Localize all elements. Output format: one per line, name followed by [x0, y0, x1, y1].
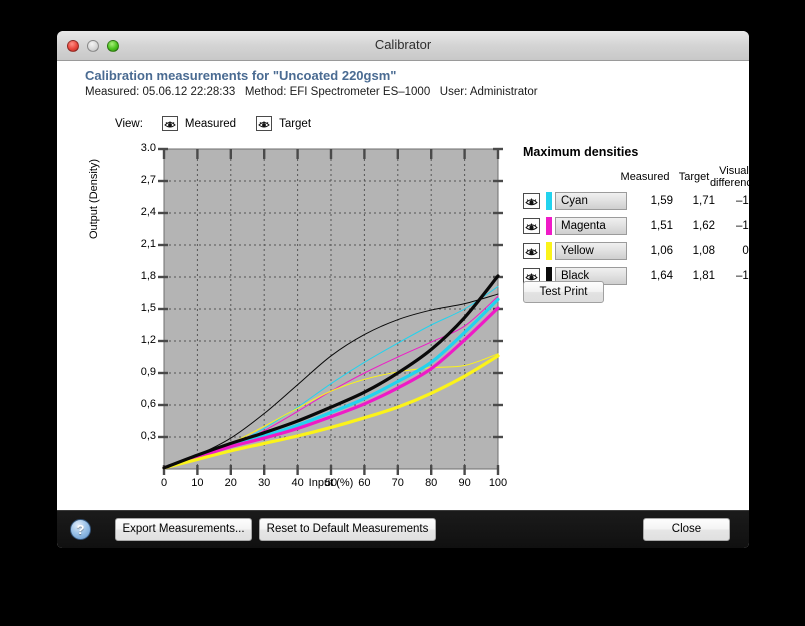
chart-canvas — [158, 147, 503, 475]
column-header-visual-difference: Visual difference — [709, 165, 749, 189]
x-tick-label: 50 — [324, 477, 338, 489]
visual-difference-value: –1% — [735, 220, 749, 232]
column-header-measured: Measured — [620, 171, 670, 183]
calibration-chart: Output (Density) Input (%) 0,3 0,6 0,9 1,2 1… — [88, 141, 507, 496]
y-tick-label: 2,7 — [140, 174, 156, 186]
window-footer: ? Export Measurements... Reset to Defaul… — [57, 510, 749, 548]
measurement-info: Measured: 05.06.12 22:28:33 Method: EFI … — [85, 86, 538, 98]
help-button[interactable]: ? — [70, 519, 91, 540]
y-tick-label: 2,1 — [140, 238, 156, 250]
measured-value: 1,64 — [650, 270, 673, 282]
channel-visibility-checkbox[interactable] — [523, 218, 540, 234]
channel-color-swatch — [546, 242, 552, 260]
x-tick-label: 30 — [258, 477, 271, 489]
y-tick-label: 2,4 — [140, 206, 156, 218]
x-tick-label: 90 — [458, 477, 471, 489]
channel-visibility-checkbox[interactable] — [523, 243, 540, 259]
eye-icon — [164, 120, 176, 127]
visual-difference-value: –1% — [735, 195, 749, 207]
x-tick-label: 10 — [191, 477, 204, 489]
channel-color-swatch — [546, 192, 552, 210]
maximum-densities-panel: Maximum densities Measured Target Visual… — [523, 145, 749, 303]
eye-icon — [258, 120, 270, 127]
panel-title: Maximum densities — [523, 145, 639, 159]
window-content: Calibration measurements for "Uncoated 2… — [57, 61, 749, 512]
x-tick-label: 0 — [160, 477, 168, 489]
eye-icon — [525, 247, 538, 255]
table-row: Cyan1,591,71–1% — [523, 191, 749, 211]
eye-icon — [525, 272, 538, 280]
x-tick-label: 20 — [224, 477, 237, 489]
x-tick-label: 100 — [488, 477, 508, 489]
calibrator-window: Calibrator Calibration measurements for … — [57, 31, 749, 548]
x-tick-label: 40 — [291, 477, 304, 489]
visual-difference-value: 0% — [742, 245, 749, 257]
y-tick-label: 1,2 — [140, 334, 156, 346]
view-option-target-label: Target — [279, 117, 312, 130]
measured-value: 1,51 — [650, 220, 673, 232]
x-tick-label: 80 — [425, 477, 438, 489]
table-row: Magenta1,511,62–1% — [523, 216, 749, 236]
y-tick-label: 0,6 — [140, 398, 156, 410]
y-tick-label: 3.0 — [140, 142, 156, 154]
test-print-button[interactable]: Test Print — [523, 281, 604, 303]
measured-value: 1,59 — [650, 195, 673, 207]
screen: Calibrator Calibration measurements for … — [0, 0, 805, 626]
table-row: Yellow1,061,080% — [523, 241, 749, 261]
measured-value: 1,06 — [650, 245, 673, 257]
visual-difference-value: –1% — [735, 270, 749, 282]
measured-visibility-checkbox[interactable] — [161, 116, 178, 131]
close-button[interactable]: Close — [643, 518, 730, 541]
channel-visibility-checkbox[interactable] — [523, 193, 540, 209]
view-option-measured-label: Measured — [184, 117, 237, 130]
page-title: Calibration measurements for "Uncoated 2… — [85, 68, 397, 83]
y-tick-label: 0,3 — [140, 430, 156, 442]
x-tick-label: 60 — [358, 477, 371, 489]
y-tick-label: 1,5 — [140, 302, 156, 314]
eye-icon — [525, 197, 538, 205]
y-axis-label: Output (Density) — [88, 158, 100, 240]
x-tick-label: 70 — [391, 477, 404, 489]
view-label: View: — [115, 117, 143, 130]
window-title: Calibrator — [374, 37, 432, 52]
view-toggle-row: View: Measured Target — [114, 116, 311, 131]
y-tick-label: 0,9 — [140, 366, 156, 378]
reset-to-default-measurements-button[interactable]: Reset to Default Measurements — [259, 518, 436, 541]
export-measurements-button[interactable]: Export Measurements... — [115, 518, 252, 541]
y-tick-label: 1,8 — [140, 270, 156, 282]
channel-color-swatch — [546, 217, 552, 235]
target-visibility-checkbox[interactable] — [256, 116, 273, 131]
eye-icon — [525, 222, 538, 230]
window-titlebar[interactable]: Calibrator — [57, 31, 749, 61]
